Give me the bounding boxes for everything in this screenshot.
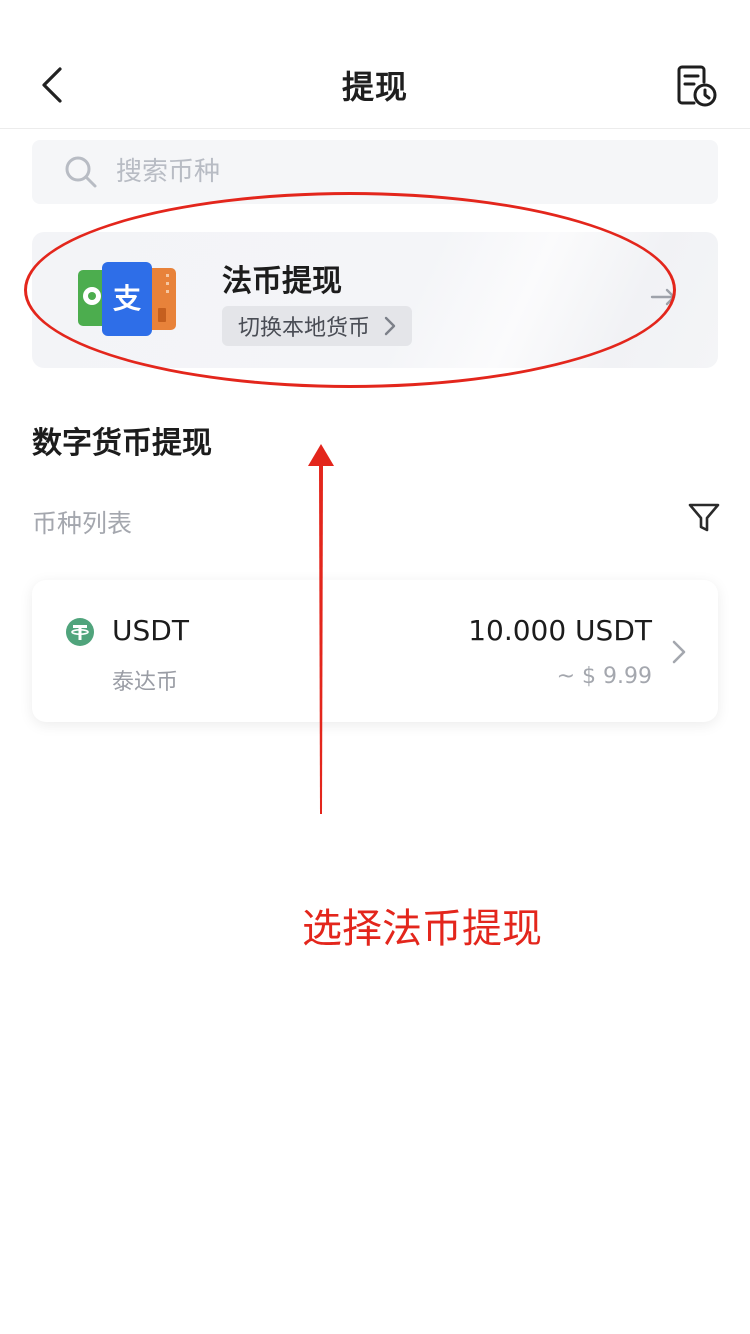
crypto-withdraw-heading: 数字货币提现 <box>32 426 212 461</box>
nav-header: 提现 <box>0 40 750 129</box>
switch-local-currency-button[interactable]: 切换本地货币 <box>222 306 413 346</box>
svg-text:支: 支 <box>113 282 141 315</box>
fiat-withdraw-card[interactable]: 支 法币提现 切换本地货币 <box>32 232 718 368</box>
page-title: 提现 <box>341 68 408 106</box>
coin-balance: 10.000 USDT <box>468 614 652 647</box>
annotation-text: 选择法币提现 <box>302 906 542 952</box>
withdraw-page: 提现 支 <box>0 0 750 1334</box>
coin-symbol: USDT <box>112 614 189 647</box>
chevron-right-icon <box>672 640 686 664</box>
filter-icon <box>688 503 720 532</box>
withdraw-records-button[interactable] <box>672 62 720 110</box>
coin-fiat-value: ~ $ 9.99 <box>556 664 652 689</box>
switch-local-currency-label: 切换本地货币 <box>238 316 371 341</box>
chevron-right-icon <box>384 316 396 336</box>
arrow-right-icon <box>650 288 676 306</box>
coin-search-box[interactable] <box>32 140 718 204</box>
coin-list-label: 币种列表 <box>32 509 133 538</box>
filter-button[interactable] <box>686 500 722 536</box>
tether-icon <box>66 618 94 646</box>
coin-list-item[interactable]: USDT 泰达币 10.000 USDT ~ $ 9.99 <box>32 580 718 722</box>
document-clock-icon <box>677 65 717 107</box>
search-input[interactable] <box>116 140 676 204</box>
coin-name: 泰达币 <box>112 670 179 695</box>
fiat-withdraw-title: 法币提现 <box>222 264 342 299</box>
search-icon <box>65 156 97 188</box>
payment-wallets-icon: 支 <box>78 262 176 336</box>
